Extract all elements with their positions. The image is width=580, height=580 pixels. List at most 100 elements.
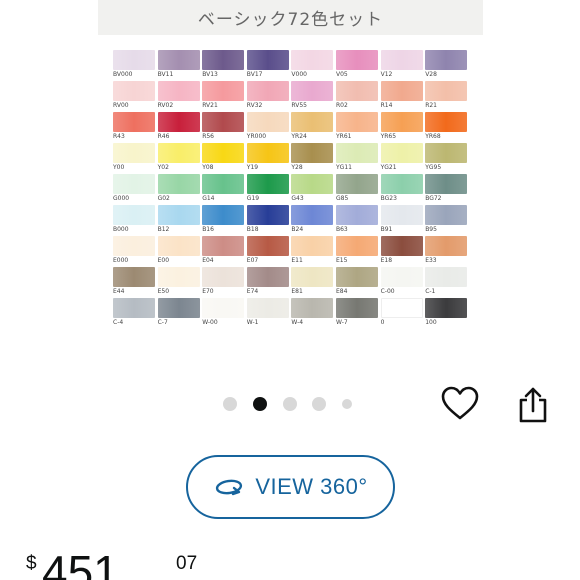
color-swatch-code: E33 [425, 257, 437, 264]
color-swatch-code: 100 [425, 319, 437, 326]
color-swatch-code: E11 [291, 257, 303, 264]
color-swatch-code: RV02 [157, 102, 174, 109]
color-swatch-code: BV11 [157, 71, 174, 78]
color-swatch: Y19 [246, 143, 289, 172]
color-swatch-chip [202, 205, 245, 225]
color-swatch-code: RV32 [246, 102, 263, 109]
color-swatch: E000 [113, 236, 155, 265]
color-swatch-chip [246, 267, 289, 287]
color-swatch: E84 [336, 267, 378, 296]
color-swatch: RV55 [291, 81, 334, 110]
view-360-button[interactable]: VIEW 360° [186, 455, 395, 519]
color-swatch-code: W-4 [291, 319, 304, 326]
color-swatch: E18 [380, 236, 423, 265]
color-swatch-code: R56 [202, 133, 214, 140]
color-swatch-chip [113, 174, 155, 194]
color-swatch-chip [336, 298, 378, 318]
color-swatch-chip [246, 236, 289, 256]
color-swatch: YR68 [425, 112, 468, 141]
color-swatch-chip [425, 205, 468, 225]
color-swatch-code: Y19 [246, 164, 259, 171]
color-swatch-chip [425, 112, 468, 132]
color-swatch: E15 [336, 236, 378, 265]
color-swatch: G000 [113, 174, 155, 203]
color-swatch-code: G14 [202, 195, 215, 202]
color-swatch: YR65 [380, 112, 423, 141]
color-swatch-code: W-1 [246, 319, 259, 326]
color-swatch-code: C-4 [113, 319, 124, 326]
carousel-dot[interactable] [283, 397, 297, 411]
color-swatch-chip [425, 298, 468, 318]
color-swatch-code: YR000 [246, 133, 267, 140]
color-swatch-code: BG72 [425, 195, 442, 202]
color-swatch: RV02 [157, 81, 200, 110]
color-swatch-chip [336, 143, 378, 163]
color-swatch-code: B91 [380, 226, 393, 233]
color-swatch-chip [380, 143, 423, 163]
color-swatch-code: W-00 [202, 319, 218, 326]
color-swatch-code: V000 [291, 71, 307, 78]
color-swatch: W-4 [291, 298, 334, 327]
color-swatch-chip [291, 205, 334, 225]
color-swatch: W-7 [336, 298, 378, 327]
color-swatch: Y08 [202, 143, 245, 172]
color-swatch-chip [336, 50, 378, 70]
color-swatch-chip [336, 174, 378, 194]
color-swatch: 0 [380, 298, 423, 327]
color-swatch: R56 [202, 112, 245, 141]
color-swatch-chip [291, 236, 334, 256]
rotate-360-icon [216, 479, 243, 496]
color-swatch: B91 [380, 205, 423, 234]
color-swatch-code: B95 [425, 226, 437, 233]
color-swatch: YG11 [336, 143, 378, 172]
color-swatch-code: BV13 [202, 71, 218, 78]
color-swatch: B63 [336, 205, 378, 234]
share-button[interactable] [515, 385, 551, 425]
color-swatch-code: V12 [380, 71, 393, 78]
color-swatch: E00 [157, 236, 200, 265]
color-swatch: B95 [425, 205, 468, 234]
color-swatch-chip [291, 174, 334, 194]
add-to-favorites-button[interactable] [440, 385, 480, 423]
color-swatch-chip [336, 267, 378, 287]
color-swatch-code: G02 [157, 195, 170, 202]
color-swatch-chip [336, 81, 378, 101]
color-swatch-code: E50 [157, 288, 170, 295]
color-swatch-chip [380, 81, 423, 101]
color-swatch: 100 [425, 298, 468, 327]
carousel-dot[interactable] [223, 397, 237, 411]
color-swatch-code: E00 [157, 257, 170, 264]
color-swatch-code: 0 [380, 319, 385, 326]
color-swatch: B18 [246, 205, 289, 234]
color-swatch: YR24 [291, 112, 334, 141]
color-swatch: W-00 [202, 298, 245, 327]
color-swatch: BG72 [425, 174, 468, 203]
carousel-dot[interactable] [342, 399, 352, 409]
color-swatch-chip [425, 81, 468, 101]
carousel-dot-active[interactable] [253, 397, 267, 411]
color-swatch: Y28 [291, 143, 334, 172]
color-swatch-chip [425, 236, 468, 256]
color-swatch: W-1 [246, 298, 289, 327]
color-swatch-code: E04 [202, 257, 214, 264]
color-swatch-code: BG23 [380, 195, 397, 202]
color-swatch-chip [336, 112, 378, 132]
color-swatch-chip [246, 174, 289, 194]
color-swatch-chip [113, 267, 155, 287]
color-swatch: E11 [291, 236, 334, 265]
color-swatch-code: C-7 [157, 319, 168, 326]
carousel-dot[interactable] [312, 397, 326, 411]
color-swatch-chip [425, 174, 468, 194]
color-swatch: B16 [202, 205, 245, 234]
color-swatch-chip [380, 205, 423, 225]
color-swatch: E04 [202, 236, 245, 265]
color-swatch-chip [113, 236, 155, 256]
price-fraction: 07 [176, 553, 198, 574]
color-swatch-code: YR61 [336, 133, 352, 140]
color-swatch-code: E70 [202, 288, 214, 295]
color-swatch-chip [202, 267, 245, 287]
color-swatch-chip [157, 298, 200, 318]
color-swatch: E33 [425, 236, 468, 265]
color-swatch: BV000 [113, 50, 155, 79]
color-swatch-chip [336, 205, 378, 225]
